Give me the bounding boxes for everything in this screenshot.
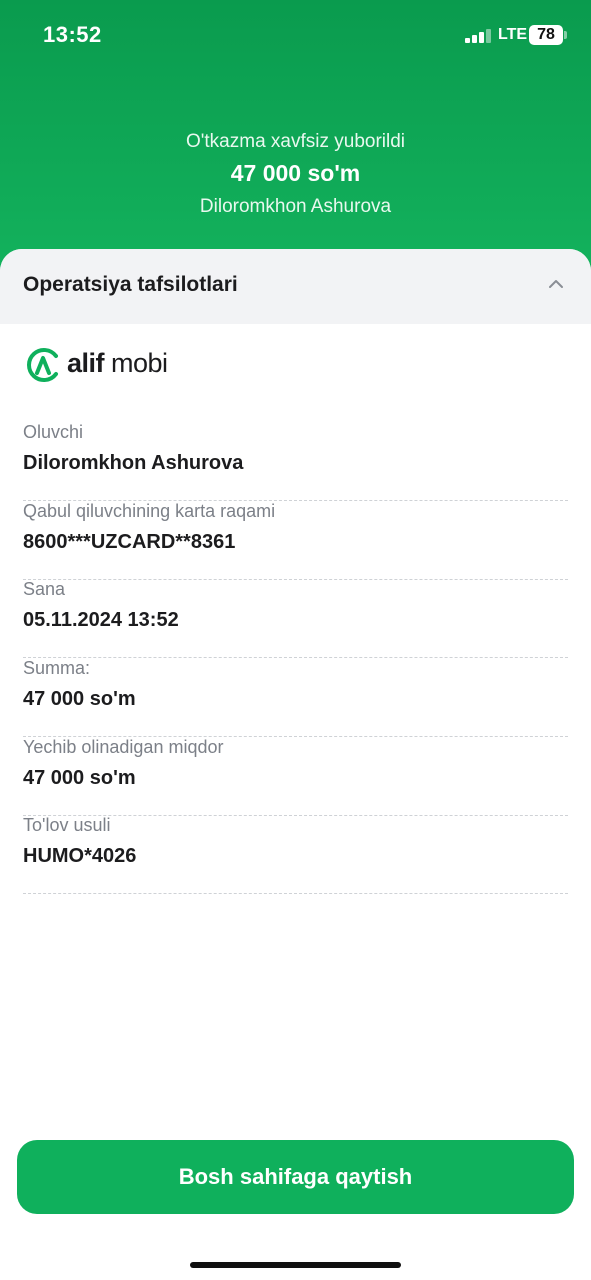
details-section-header[interactable]: Operatsiya tafsilotlari	[0, 249, 591, 324]
detail-label: Sana	[23, 579, 66, 599]
detail-label: Qabul qiluvchining karta raqami	[23, 501, 276, 521]
back-to-home-button[interactable]: Bosh sahifaga qaytish	[17, 1140, 574, 1214]
detail-sum: Summa: 47 000 so'm	[23, 658, 568, 737]
detail-debit-amount: Yechib olinadigan miqdor 47 000 so'm	[23, 737, 568, 816]
status-time: 13:52	[43, 22, 102, 47]
alif-logo-icon	[27, 348, 58, 382]
detail-value: HUMO*4026	[23, 845, 137, 867]
detail-label: Summa:	[23, 658, 91, 678]
battery-tip	[564, 31, 567, 39]
section-title: Operatsiya tafsilotlari	[23, 273, 238, 296]
detail-label: Oluvchi	[23, 422, 84, 442]
details-sheet: Operatsiya tafsilotlari alif mobi Oluvch…	[0, 249, 591, 1280]
detail-card-number: Qabul qiluvchining karta raqami 8600***U…	[23, 501, 568, 580]
signal-icon	[465, 29, 491, 43]
detail-label: To'lov usuli	[23, 815, 111, 835]
network-label: LTE	[498, 26, 528, 43]
battery-icon: 78	[529, 25, 563, 45]
detail-value: 47 000 so'm	[23, 688, 136, 710]
status-bar: 13:52 LTE 78	[0, 0, 591, 70]
detail-value: 8600***UZCARD**8361	[23, 531, 236, 553]
detail-recipient: Oluvchi Diloromkhon Ashurova	[23, 422, 568, 501]
logo-wordmark: alif mobi	[67, 348, 168, 378]
chevron-up-icon[interactable]	[546, 277, 566, 291]
detail-date: Sana 05.11.2024 13:52	[23, 579, 568, 658]
detail-value: Diloromkhon Ashurova	[23, 452, 244, 474]
detail-label: Yechib olinadigan miqdor	[23, 737, 224, 757]
alif-mobi-logo: alif mobi	[25, 344, 225, 384]
detail-value: 47 000 so'm	[23, 767, 136, 789]
transfer-recipient: Diloromkhon Ashurova	[199, 196, 392, 217]
transfer-status-text: O'tkazma xavfsiz yuborildi	[185, 131, 406, 152]
detail-value: 05.11.2024 13:52	[23, 609, 179, 631]
battery-level: 78	[537, 26, 555, 43]
transfer-amount: 47 000 so'm	[230, 160, 361, 186]
detail-payment-method: To'lov usuli HUMO*4026	[23, 815, 568, 894]
home-indicator[interactable]	[190, 1262, 401, 1268]
